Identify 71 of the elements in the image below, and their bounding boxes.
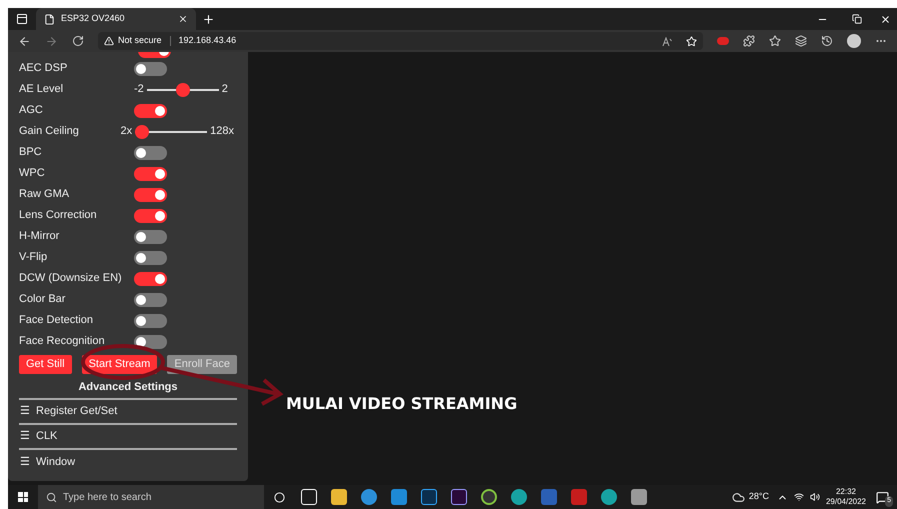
address-bar[interactable]: Not secure 192.168.43.46: [98, 32, 703, 50]
slider-min-label: -2: [134, 82, 144, 98]
toggle-switch[interactable]: [134, 188, 167, 202]
temperature-text: 28°C: [748, 490, 769, 504]
action-button[interactable]: Start Stream: [82, 355, 158, 374]
annotation-text: MULAI VIDEO STREAMING: [286, 393, 518, 415]
security-label: Not secure: [118, 34, 162, 48]
section-header[interactable]: ☰ CLK: [19, 424, 237, 450]
toggle-switch[interactable]: [134, 208, 167, 222]
collections-icon[interactable]: [795, 35, 807, 47]
setting-label: BPC: [19, 145, 43, 160]
volume-icon[interactable]: [810, 492, 820, 502]
setting-label: AE Level: [19, 82, 64, 98]
slider-thumb[interactable]: [135, 124, 150, 138]
warning-icon: [104, 36, 114, 46]
toggle-switch[interactable]: [134, 166, 167, 180]
section-header[interactable]: ☰ Window: [19, 450, 237, 474]
weather-icon: [732, 490, 745, 504]
new-tab-icon[interactable]: [202, 12, 215, 26]
setting-label: Lens Correction: [19, 208, 98, 224]
slider-min-label: 2x: [120, 124, 132, 140]
toggle-switch[interactable]: [134, 230, 167, 244]
taskbar-search-field[interactable]: Type here to search: [38, 485, 264, 509]
restore-icon[interactable]: [852, 14, 862, 24]
avatar-icon[interactable]: [847, 34, 861, 48]
setting-label: AEC DSP: [19, 61, 68, 76]
setting-label: Face Recognition: [19, 334, 106, 350]
toggle-switch[interactable]: [134, 62, 167, 76]
page-icon: [44, 14, 55, 24]
setting-label: DCW (Downsize EN): [19, 271, 123, 286]
slider-max-label: 128x: [210, 124, 234, 140]
favorite-star-icon[interactable]: [686, 36, 697, 46]
setting-label: V-Flip: [19, 250, 48, 266]
puzzle-icon[interactable]: [743, 35, 755, 47]
wifi-icon[interactable]: [794, 492, 804, 502]
advanced-settings-title: Advanced Settings: [19, 379, 237, 400]
back-icon[interactable]: [18, 34, 31, 48]
start-icon[interactable]: [18, 492, 28, 502]
toggle-switch[interactable]: [134, 272, 167, 286]
slider-thumb[interactable]: [176, 82, 190, 96]
action-button[interactable]: Get Still: [19, 355, 72, 374]
slider-max-label: 2: [222, 82, 228, 98]
close-window-icon[interactable]: [880, 14, 891, 24]
search-icon: [46, 492, 57, 502]
url-text: 192.168.43.46: [178, 34, 236, 48]
toggle-switch[interactable]: [134, 250, 167, 264]
clock-time: 22:32: [836, 487, 856, 497]
slider-track[interactable]: [135, 124, 208, 138]
close-tab-icon[interactable]: [178, 14, 188, 24]
slider-track[interactable]: [146, 82, 219, 96]
clock-date: 29/04/2022: [826, 497, 866, 507]
toggle-switch[interactable]: [134, 292, 167, 306]
setting-label: Face Detection: [19, 313, 94, 328]
setting-label: Raw GMA: [19, 187, 70, 202]
setting-label: Color Bar: [19, 292, 66, 308]
browser-tab[interactable]: ESP32 OV2460: [36, 8, 196, 30]
forward-icon[interactable]: [45, 34, 58, 48]
read-aloud-icon[interactable]: [662, 36, 672, 46]
toggle-switch[interactable]: [134, 146, 167, 160]
history-icon[interactable]: [821, 35, 833, 47]
favorites-icon[interactable]: [769, 35, 781, 47]
toggle-switch[interactable]: [134, 334, 167, 348]
setting-label: H-Mirror: [19, 229, 60, 244]
section-header[interactable]: ☰ Register Get/Set: [19, 400, 237, 424]
setting-label: Gain Ceiling: [19, 124, 80, 140]
refresh-icon[interactable]: [72, 35, 84, 47]
tab-actions-icon[interactable]: [16, 13, 28, 25]
toggle-switch[interactable]: [134, 104, 167, 118]
setting-label: WPC: [19, 166, 46, 182]
toggle-switch[interactable]: [134, 314, 167, 328]
setting-label: AGC: [19, 103, 44, 118]
